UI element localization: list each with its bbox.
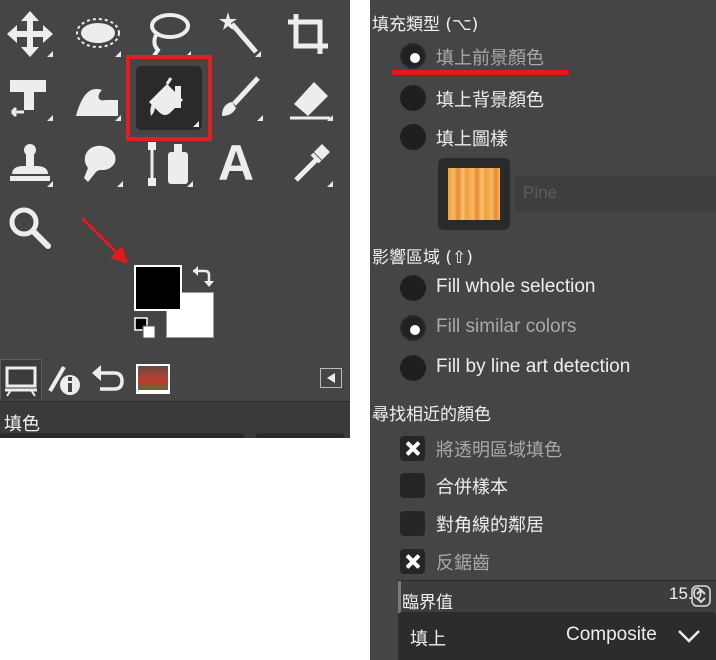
bucket-fill-options-panel: 填充類型 (⌥) 填上前景顏色 填上背景顏色 填上圖樣 Pine 影響區域 (⇧… bbox=[370, 0, 716, 660]
radio-indicator[interactable] bbox=[400, 355, 426, 381]
text-icon: A bbox=[218, 135, 255, 191]
radio-label: Fill similar colors bbox=[436, 316, 577, 337]
pattern-selector-button[interactable] bbox=[438, 158, 510, 230]
ellipse-select-tool-button[interactable] bbox=[72, 8, 124, 60]
checkbox-label: 將透明區域填色 bbox=[436, 440, 562, 461]
tool-options-icon bbox=[5, 366, 37, 397]
radio-fill-similar-colors[interactable]: Fill similar colors bbox=[398, 310, 708, 344]
free-select-tool-button[interactable] bbox=[142, 8, 194, 60]
swap-colors-icon[interactable] bbox=[189, 263, 215, 289]
threshold-label: 臨界值 bbox=[402, 593, 453, 613]
tab-undo-history[interactable] bbox=[88, 359, 130, 399]
magnifier-icon bbox=[9, 207, 51, 249]
warp-transform-tool-button[interactable] bbox=[72, 72, 124, 124]
tab-images[interactable] bbox=[132, 359, 174, 399]
eraser-tool-button[interactable] bbox=[284, 72, 336, 124]
checkbox-indicator[interactable] bbox=[400, 511, 425, 536]
selected-tool-highlight bbox=[126, 55, 212, 141]
tab-tool-options[interactable] bbox=[0, 359, 42, 399]
spin-arrows-icon[interactable] bbox=[691, 585, 711, 607]
left-panel-bottom-controls bbox=[0, 433, 350, 438]
panel-menu-button[interactable] bbox=[320, 368, 342, 388]
undo-history-icon bbox=[92, 365, 124, 391]
radio-label: Fill by line art detection bbox=[436, 356, 631, 377]
fill-by-value: Composite bbox=[566, 624, 657, 645]
default-colors-icon[interactable] bbox=[134, 317, 156, 339]
fill-type-heading: 填充類型 (⌥) bbox=[372, 15, 479, 35]
text-tool-button[interactable]: A bbox=[212, 135, 264, 191]
clone-tool-button[interactable] bbox=[4, 138, 56, 190]
checkbox-fill-transparent[interactable]: 將透明區域填色 bbox=[398, 430, 708, 464]
paths-tool-button[interactable] bbox=[144, 138, 196, 190]
radio-label: Fill whole selection bbox=[436, 276, 596, 297]
toolbox-panel: A 填色 bbox=[0, 0, 350, 438]
checkbox-indicator[interactable] bbox=[400, 549, 425, 574]
crop-tool-button[interactable] bbox=[282, 8, 334, 60]
radio-indicator[interactable] bbox=[400, 43, 426, 69]
checkbox-indicator[interactable] bbox=[400, 473, 425, 498]
finding-similar-colors-heading: 尋找相近的顏色 bbox=[372, 405, 491, 425]
radio-label: 填上前景顏色 bbox=[436, 48, 544, 69]
pine-pattern-thumbnail bbox=[448, 168, 500, 220]
checkbox-sample-merged[interactable]: 合併樣本 bbox=[398, 467, 708, 501]
pattern-name: Pine bbox=[523, 183, 558, 202]
unified-transform-tool-button[interactable] bbox=[4, 72, 56, 124]
checkbox-label: 對角線的鄰居 bbox=[436, 515, 544, 536]
affected-area-heading: 影響區域 (⇧) bbox=[372, 248, 473, 268]
radio-label: 填上背景顏色 bbox=[436, 90, 544, 111]
annotation-underline bbox=[391, 70, 569, 75]
chevron-down-icon bbox=[678, 630, 700, 643]
image-thumbnail-icon bbox=[136, 364, 170, 394]
fuzzy-select-tool-button[interactable] bbox=[212, 8, 264, 60]
fill-by-dropdown[interactable]: 填上 Composite bbox=[398, 612, 716, 660]
radio-indicator[interactable] bbox=[400, 85, 426, 111]
checkbox-label: 反鋸齒 bbox=[436, 553, 490, 574]
tab-device-status[interactable] bbox=[44, 359, 86, 399]
checkbox-label: 合併樣本 bbox=[436, 477, 508, 498]
checkbox-indicator[interactable] bbox=[400, 436, 425, 461]
annotation-arrow-icon bbox=[80, 216, 128, 264]
radio-label: 填上圖樣 bbox=[436, 129, 508, 150]
color-picker-tool-button[interactable] bbox=[284, 138, 336, 190]
smudge-tool-button[interactable] bbox=[74, 138, 126, 190]
fill-by-label: 填上 bbox=[410, 629, 446, 650]
radio-fill-foreground[interactable]: 填上前景顏色 bbox=[398, 38, 708, 72]
checkbox-antialiasing[interactable]: 反鋸齒 bbox=[398, 543, 708, 577]
move-tool-button[interactable] bbox=[4, 8, 56, 60]
dock-tab-row bbox=[0, 357, 350, 401]
radio-fill-line-art[interactable]: Fill by line art detection bbox=[398, 350, 708, 384]
radio-indicator[interactable] bbox=[400, 275, 426, 301]
crop-icon bbox=[288, 14, 328, 54]
paintbrush-tool-button[interactable] bbox=[214, 72, 266, 124]
triangle-left-icon bbox=[327, 373, 335, 383]
radio-fill-pattern[interactable]: 填上圖樣 bbox=[398, 119, 708, 153]
radio-indicator[interactable] bbox=[400, 315, 426, 341]
radio-fill-whole-selection[interactable]: Fill whole selection bbox=[398, 270, 708, 304]
device-status-icon bbox=[48, 365, 80, 395]
radio-fill-background[interactable]: 填上背景顏色 bbox=[398, 80, 708, 114]
checkbox-diagonal-neighbors[interactable]: 對角線的鄰居 bbox=[398, 505, 708, 539]
foreground-color-swatch[interactable] bbox=[134, 265, 182, 311]
threshold-slider-fill bbox=[398, 581, 401, 613]
pattern-name-field: Pine bbox=[515, 176, 716, 212]
radio-indicator[interactable] bbox=[400, 124, 426, 150]
zoom-tool-button[interactable] bbox=[4, 202, 56, 254]
threshold-slider[interactable]: 臨界值 15.0 bbox=[398, 580, 716, 613]
